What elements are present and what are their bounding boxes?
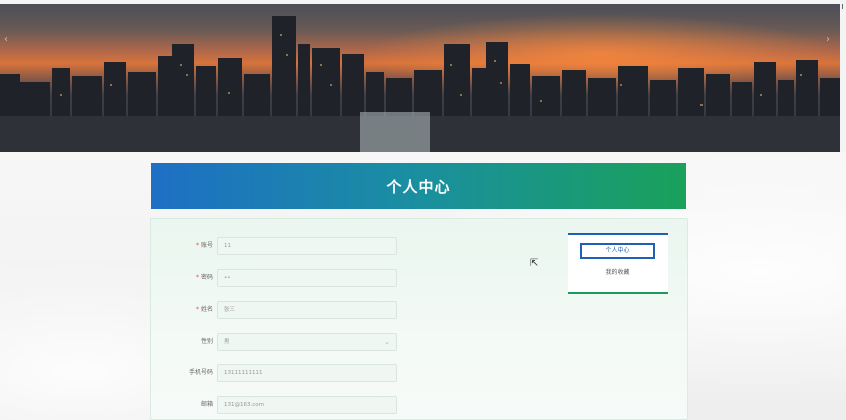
page-title: 个人中心 [386,177,451,196]
required-mark: * [195,242,199,249]
chevron-left-icon[interactable]: ‹ [4,34,8,45]
chevron-down-icon: ⌄ [384,338,390,346]
gender-label: 性别 [200,338,213,345]
form-row-gender: 性别 男 ⌄ [151,333,411,351]
name-input[interactable]: 张三 [217,301,397,319]
password-input[interactable]: •• [217,269,397,287]
email-label: 邮箱 [200,401,213,408]
password-label: * 密码 [195,274,213,281]
gender-select[interactable]: 男 ⌄ [217,333,397,351]
scroll-edge-mark [842,4,843,9]
menu-item-favorites[interactable]: 我的收藏 [580,267,655,279]
phone-input[interactable]: 13111111111 [217,364,397,382]
form-row-account: * 账号 11 [151,237,411,255]
menu-item-profile[interactable]: 个人中心 [580,243,655,259]
form-row-email: 邮箱 131@163.com [151,396,411,414]
account-input[interactable]: 11 [217,237,397,255]
form-row-password: * 密码 •• [151,269,411,287]
mouse-cursor-icon: ⇱ [530,258,539,269]
page-title-bar: 个人中心 [151,163,686,209]
required-mark: * [195,274,199,281]
city-banner: ‹ › [0,4,840,152]
name-label: * 姓名 [195,306,213,313]
user-side-menu: 个人中心 我的收藏 [568,233,668,294]
form-row-name: * 姓名 张三 [151,301,411,319]
form-row-phone: 手机号码 13111111111 [151,364,411,382]
chevron-right-icon[interactable]: › [826,34,830,45]
account-label: * 账号 [195,242,213,249]
required-mark: * [195,306,199,313]
email-input[interactable]: 131@163.com [217,396,397,414]
phone-label: 手机号码 [188,369,213,376]
skyline-illustration [0,16,840,152]
